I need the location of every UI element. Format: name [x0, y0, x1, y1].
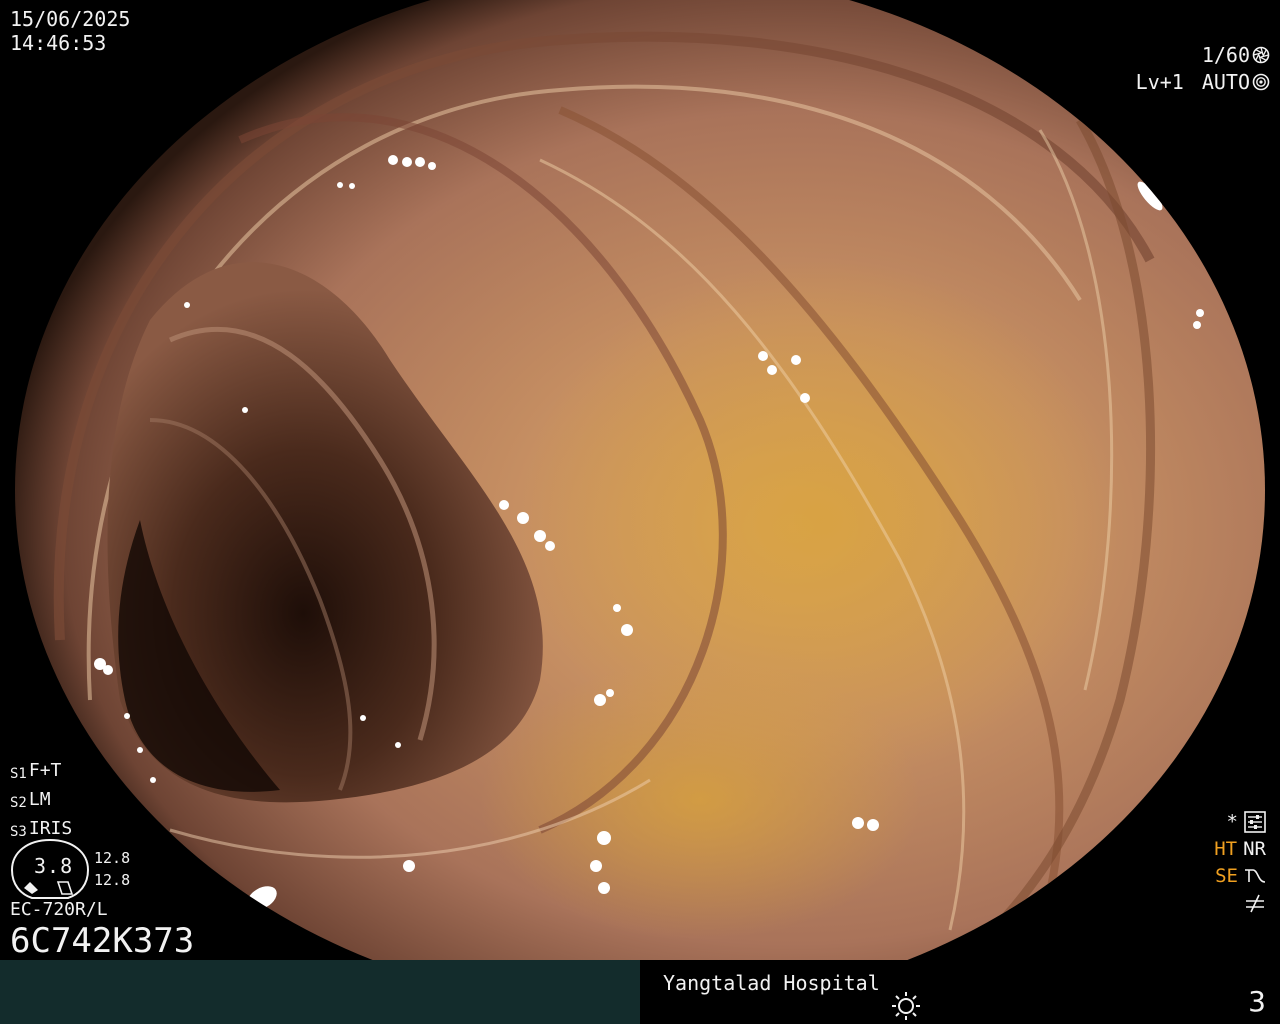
- level-iris-row: Lv+1 AUTO: [1136, 68, 1270, 95]
- colon-lumen-illustration: [0, 0, 1280, 960]
- shutter-label: 1/60: [1201, 42, 1250, 67]
- footer-left-panel: [0, 960, 640, 1024]
- scope-serial: 6C742K373: [10, 921, 195, 961]
- se-row: SE: [1156, 862, 1266, 889]
- sharpness-curve-icon: [1245, 868, 1266, 883]
- iris-mode-label: AUTO: [1201, 69, 1250, 94]
- scope-gauge: 3.8: [10, 838, 90, 900]
- footer-bar: [0, 960, 1280, 1024]
- switch-assignments: S1 F+T S2 LM S3 IRIS: [10, 758, 72, 845]
- endoscopic-image: [0, 0, 1280, 960]
- star-row: *: [1156, 808, 1266, 835]
- ht-nr-row: HT NR: [1156, 835, 1266, 862]
- aperture-icon: [1252, 46, 1270, 63]
- image-counter: 3: [1248, 985, 1266, 1018]
- switch-value: LM: [28, 789, 51, 810]
- gauge-value: 3.8: [34, 854, 74, 878]
- time-label: 14:46:53: [10, 31, 107, 55]
- auto-iris-icon: [1252, 73, 1270, 90]
- switch-value: F+T: [28, 760, 62, 781]
- star-label: *: [1226, 810, 1238, 833]
- se-label: SE: [1215, 864, 1238, 887]
- gauge-side-values: 12.8 12.8: [94, 847, 130, 891]
- date-label: 15/06/2025: [10, 7, 131, 31]
- scope-model: EC-720R/L: [10, 899, 108, 920]
- level-label: Lv+1: [1135, 69, 1184, 94]
- ne-row: [1156, 889, 1266, 916]
- enhancement-indicators: * HT NR SE: [1156, 808, 1266, 916]
- ht-label: HT: [1214, 837, 1238, 860]
- datetime: 15/06/2025 14:46:53: [10, 7, 130, 55]
- gauge-side-top: 12.8: [94, 849, 131, 867]
- gauge-side-bottom: 12.8: [94, 871, 131, 889]
- switch-key: S2: [10, 795, 27, 811]
- endoscopy-screen: 15/06/2025 14:46:53 1/60 Lv+1 AUTO S1 F+…: [0, 0, 1280, 1024]
- hospital-name: Yangtalad Hospital: [663, 971, 880, 995]
- switch-row: S1 F+T: [10, 758, 72, 787]
- switch-row: S2 LM: [10, 787, 72, 816]
- settings-icon: [1244, 810, 1266, 833]
- switch-key: S1: [10, 766, 27, 782]
- brightness-icon: [892, 992, 920, 1020]
- shutter-row: 1/60: [1136, 41, 1270, 68]
- exposure-settings: 1/60 Lv+1 AUTO: [1136, 41, 1270, 95]
- not-equal-icon: [1246, 894, 1264, 912]
- nr-label: NR: [1243, 837, 1266, 860]
